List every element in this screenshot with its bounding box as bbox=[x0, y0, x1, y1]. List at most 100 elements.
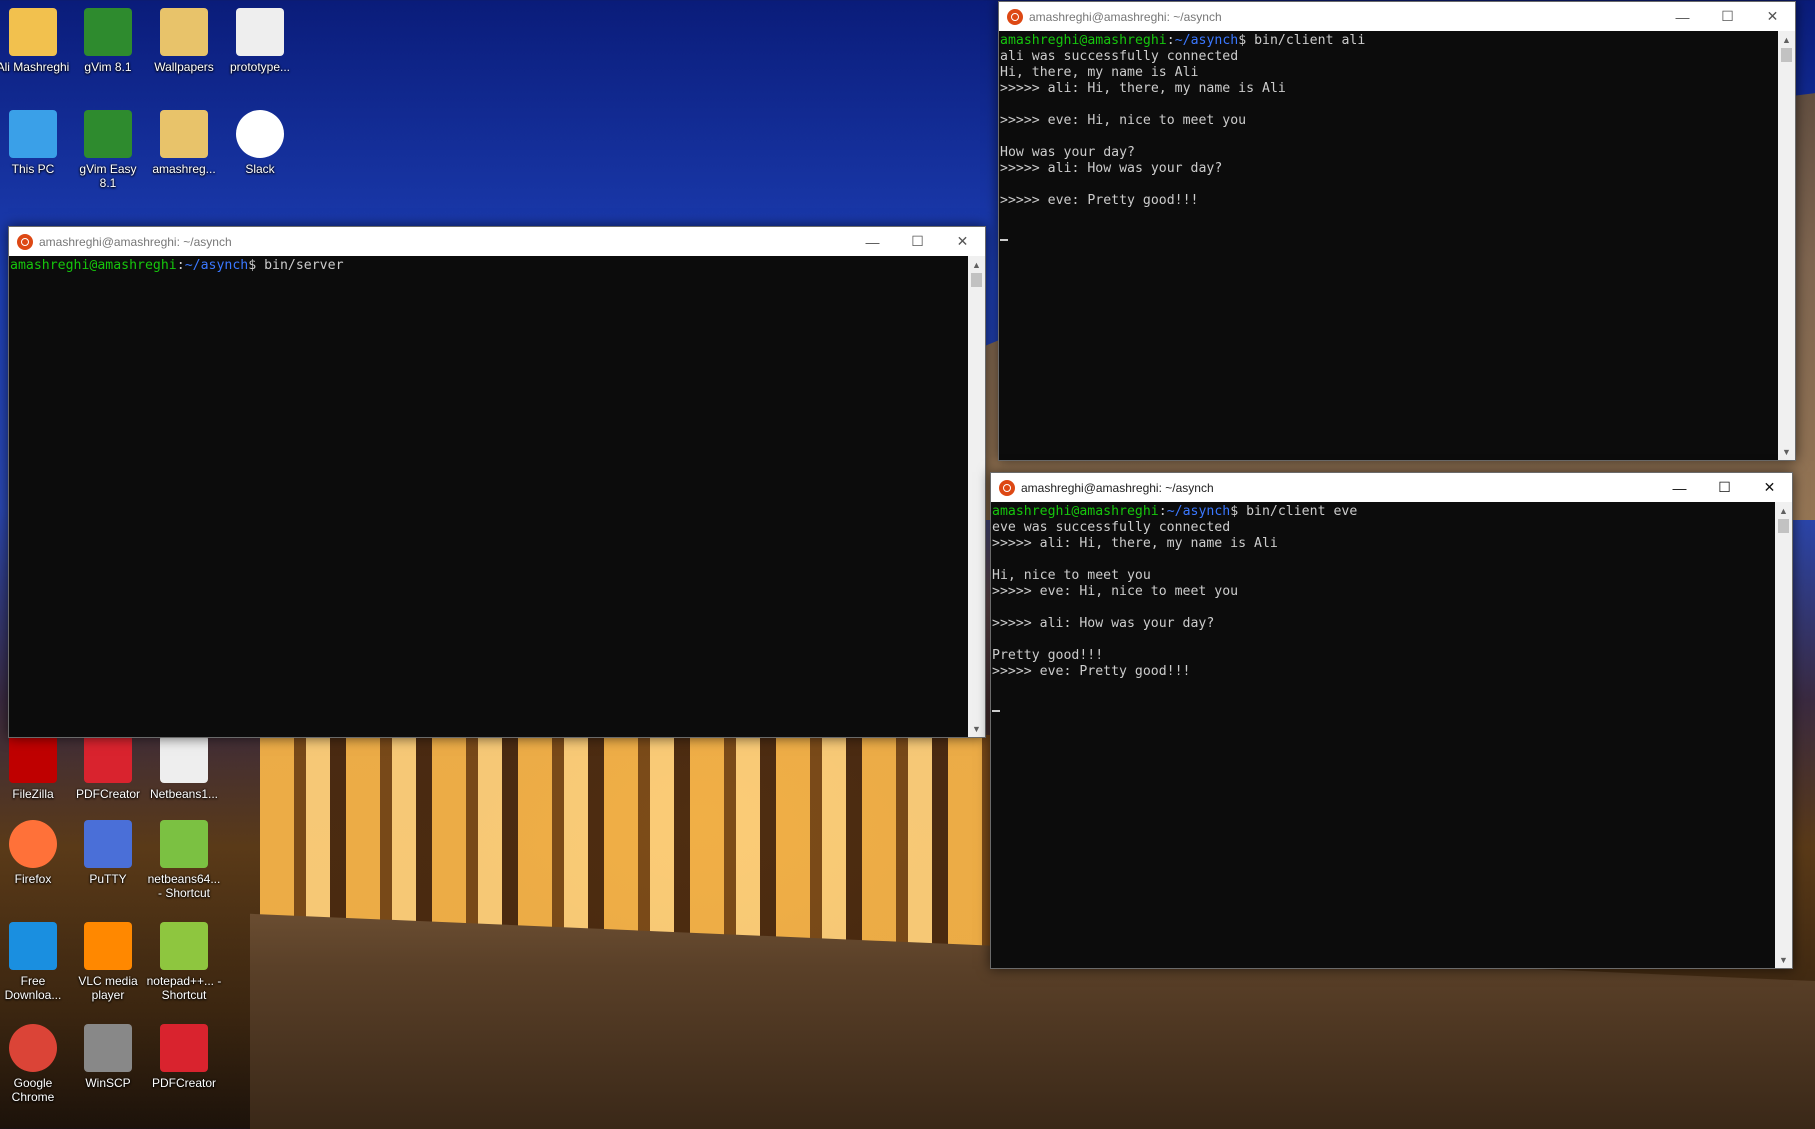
desktop-icon-label: gVim 8.1 bbox=[84, 60, 132, 74]
desktop-icon[interactable]: PDFCreator bbox=[146, 1024, 222, 1090]
terminal-output[interactable]: amashreghi@amashreghi:~/asynch$ bin/clie… bbox=[991, 502, 1775, 968]
ubuntu-icon bbox=[17, 233, 33, 250]
vim-icon bbox=[84, 8, 132, 56]
minimize-button[interactable]: — bbox=[850, 227, 895, 256]
window-title: amashreghi@amashreghi: ~/asynch bbox=[39, 234, 232, 249]
prompt-symbol: $ bbox=[1238, 33, 1255, 48]
close-button[interactable]: ✕ bbox=[1750, 2, 1795, 31]
terminal-output[interactable]: amashreghi@amashreghi:~/asynch$ bin/serv… bbox=[9, 256, 968, 737]
title-bar[interactable]: amashreghi@amashreghi: ~/asynch — ☐ ✕ bbox=[991, 473, 1792, 502]
desktop-icon[interactable]: This PC bbox=[0, 110, 71, 176]
desktop-icon-label: WinSCP bbox=[85, 1076, 131, 1090]
document-icon bbox=[160, 735, 208, 783]
desktop-icon[interactable]: Google Chrome bbox=[0, 1024, 71, 1104]
scroll-down-arrow-icon[interactable]: ▼ bbox=[968, 720, 985, 737]
output-line: ali was successfully connected bbox=[1000, 49, 1239, 64]
desktop-icon[interactable]: Netbeans1... bbox=[146, 735, 222, 801]
scrollbar[interactable]: ▲ ▼ bbox=[1778, 31, 1795, 460]
desktop-icon-label: Wallpapers bbox=[154, 60, 214, 74]
cursor-line bbox=[1000, 225, 1777, 241]
desktop-icon-label: VLC media player bbox=[78, 974, 138, 1002]
desktop-icon[interactable]: FileZilla bbox=[0, 735, 71, 801]
scroll-up-arrow-icon[interactable]: ▲ bbox=[1775, 502, 1792, 519]
desktop-icon[interactable]: amashreg... bbox=[146, 110, 222, 176]
desktop-icon[interactable]: gVim 8.1 bbox=[70, 8, 146, 74]
scroll-up-arrow-icon[interactable]: ▲ bbox=[1778, 31, 1795, 48]
pdfcreator-icon bbox=[84, 735, 132, 783]
cursor-line bbox=[992, 696, 1774, 712]
desktop-icon-label: FileZilla bbox=[12, 787, 54, 801]
download-icon bbox=[9, 922, 57, 970]
close-button[interactable]: ✕ bbox=[940, 227, 985, 256]
maximize-button[interactable]: ☐ bbox=[1702, 473, 1747, 502]
desktop-icon-label: PDFCreator bbox=[151, 1076, 216, 1090]
desktop-icon[interactable]: Slack bbox=[222, 110, 298, 176]
desktop-icon-label: PuTTY bbox=[89, 872, 127, 886]
scroll-thumb[interactable] bbox=[1781, 48, 1792, 62]
title-bar[interactable]: amashreghi@amashreghi: ~/asynch — ☐ ✕ bbox=[9, 227, 985, 256]
prompt-symbol: $ bbox=[248, 258, 265, 273]
title-bar[interactable]: amashreghi@amashreghi: ~/asynch — ☐ ✕ bbox=[999, 2, 1795, 31]
output-line: Pretty good!!! bbox=[992, 648, 1104, 663]
output-line: Hi, nice to meet you bbox=[992, 568, 1151, 583]
vim-icon bbox=[84, 110, 132, 158]
desktop-icon[interactable]: Wallpapers bbox=[146, 8, 222, 74]
prompt-path: ~/asynch bbox=[1174, 33, 1239, 48]
terminal-window-client-ali[interactable]: amashreghi@amashreghi: ~/asynch — ☐ ✕ am… bbox=[998, 1, 1796, 461]
scroll-down-arrow-icon[interactable]: ▼ bbox=[1775, 951, 1792, 968]
output-line: Hi, there, my name is Ali bbox=[1000, 65, 1199, 80]
desktop-icon[interactable]: prototype... bbox=[222, 8, 298, 74]
desktop-icon[interactable]: notepad++... - Shortcut bbox=[146, 922, 222, 1002]
desktop-icon[interactable]: PDFCreator bbox=[70, 735, 146, 801]
desktop-icon[interactable]: PuTTY bbox=[70, 820, 146, 886]
text-cursor bbox=[992, 710, 1000, 712]
scrollbar[interactable]: ▲ ▼ bbox=[968, 256, 985, 737]
prompt-line: amashreghi@amashreghi:~/asynch$ bin/clie… bbox=[1000, 33, 1777, 49]
firefox-icon bbox=[9, 820, 57, 868]
scroll-up-arrow-icon[interactable]: ▲ bbox=[968, 256, 985, 273]
terminal-window-server[interactable]: amashreghi@amashreghi: ~/asynch — ☐ ✕ am… bbox=[8, 226, 986, 738]
desktop-icon[interactable]: Ali Mashreghi bbox=[0, 8, 71, 74]
prompt-path: ~/asynch bbox=[184, 258, 249, 273]
user-folder-icon bbox=[9, 8, 57, 56]
desktop-icon[interactable]: Free Downloa... bbox=[0, 922, 71, 1002]
desktop-icon[interactable]: netbeans64... - Shortcut bbox=[146, 820, 222, 900]
desktop-icon-label: amashreg... bbox=[152, 162, 216, 176]
folder-icon bbox=[160, 110, 208, 158]
desktop-icon[interactable]: VLC media player bbox=[70, 922, 146, 1002]
desktop-icon-label: notepad++... - Shortcut bbox=[146, 974, 222, 1002]
terminal-output[interactable]: amashreghi@amashreghi:~/asynch$ bin/clie… bbox=[999, 31, 1778, 460]
prompt-separator: : bbox=[176, 258, 185, 273]
close-button[interactable]: ✕ bbox=[1747, 473, 1792, 502]
pdfcreator-icon bbox=[160, 1024, 208, 1072]
maximize-button[interactable]: ☐ bbox=[895, 227, 940, 256]
scroll-down-arrow-icon[interactable]: ▼ bbox=[1778, 443, 1795, 460]
prompt-symbol: $ bbox=[1230, 504, 1247, 519]
desktop-icon[interactable]: Firefox bbox=[0, 820, 71, 886]
maximize-button[interactable]: ☐ bbox=[1705, 2, 1750, 31]
command-text: bin/server bbox=[264, 258, 344, 273]
winscp-icon bbox=[84, 1024, 132, 1072]
desktop-icon-label: Firefox bbox=[14, 872, 52, 886]
minimize-button[interactable]: — bbox=[1660, 2, 1705, 31]
scroll-thumb[interactable] bbox=[971, 273, 982, 287]
prompt-separator: : bbox=[1166, 33, 1175, 48]
desktop-icon-label: gVim Easy 8.1 bbox=[79, 162, 137, 190]
minimize-button[interactable]: — bbox=[1657, 473, 1702, 502]
desktop-icon-label: Slack bbox=[245, 162, 275, 176]
ubuntu-icon bbox=[1007, 8, 1023, 25]
command-text: bin/client eve bbox=[1246, 504, 1358, 519]
desktop-icon[interactable]: WinSCP bbox=[70, 1024, 146, 1090]
scrollbar[interactable]: ▲ ▼ bbox=[1775, 502, 1792, 968]
desktop-icon-label: prototype... bbox=[229, 60, 291, 74]
netbeans-icon bbox=[160, 820, 208, 868]
terminal-window-client-eve[interactable]: amashreghi@amashreghi: ~/asynch — ☐ ✕ am… bbox=[990, 472, 1793, 969]
scroll-thumb[interactable] bbox=[1778, 519, 1789, 533]
desktop-icon[interactable]: gVim Easy 8.1 bbox=[70, 110, 146, 190]
